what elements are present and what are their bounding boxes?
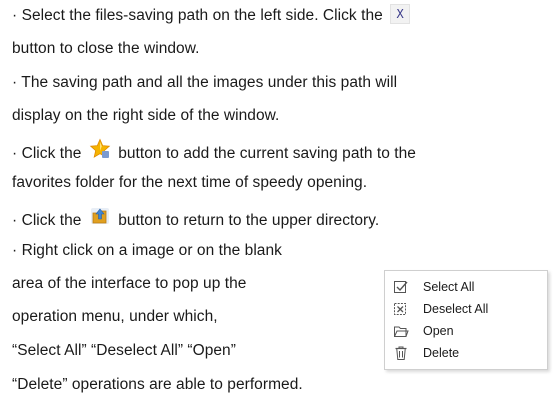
menu-item-label: Deselect All [423,302,489,316]
paragraph-4-text-before: Click the [17,212,82,230]
paragraph-2-line-2: display on the right side of the window. [12,107,280,124]
menu-item-open[interactable]: Open [385,320,547,342]
paragraph-3-line-2: favorites folder for the next time of sp… [12,174,368,191]
paragraph-5-line-2: area of the interface to pop up the [12,275,247,292]
paragraph-4-text-after: button to return to the upper directory. [118,212,380,230]
folder-up-icon [89,205,111,233]
menu-item-deselect-all[interactable]: Deselect All [385,298,547,320]
menu-item-delete[interactable]: Delete [385,342,547,364]
menu-item-label: Delete [423,346,460,360]
delete-icon [393,345,409,361]
paragraph-5-line-5: “Delete” operations are able to performe… [12,376,303,393]
close-icon: X [390,4,411,24]
menu-item-label: Select All [423,280,475,294]
menu-item-label: Open [423,324,454,338]
paragraph-4-line-1: · Click the button to return to the uppe… [12,207,379,235]
context-menu: Select All Deselect All Open Delete [384,270,548,370]
instruction-document: · Select the files-saving path on the le… [0,0,558,417]
paragraph-2-text: The saving path and all the images under… [17,74,398,91]
paragraph-1-line-1: · Select the files-saving path on the le… [12,4,413,26]
paragraph-3-line-1: · Click the button to add the current sa… [12,138,416,168]
paragraph-2-line-1: · The saving path and all the images und… [12,73,397,93]
paragraph-1-text: Select the files-saving path on the left… [17,7,383,25]
paragraph-5-line-3: operation menu, under which, [12,308,218,325]
menu-item-select-all[interactable]: Select All [385,276,547,298]
open-icon [393,323,409,339]
star-icon [89,138,111,166]
paragraph-3-text-before: Click the [17,145,82,163]
select-all-icon [393,279,409,295]
paragraph-5-line-1: · Right click on a image or on the blank [12,241,282,261]
paragraph-5-line-4: “Select All” “Deselect All” “Open” [12,342,236,359]
paragraph-1-line-2: button to close the window. [12,40,200,57]
deselect-all-icon [393,301,409,317]
paragraph-3-text-after: button to add the current saving path to… [118,145,416,163]
paragraph-5-text: Right click on a image or on the blank [17,242,282,259]
